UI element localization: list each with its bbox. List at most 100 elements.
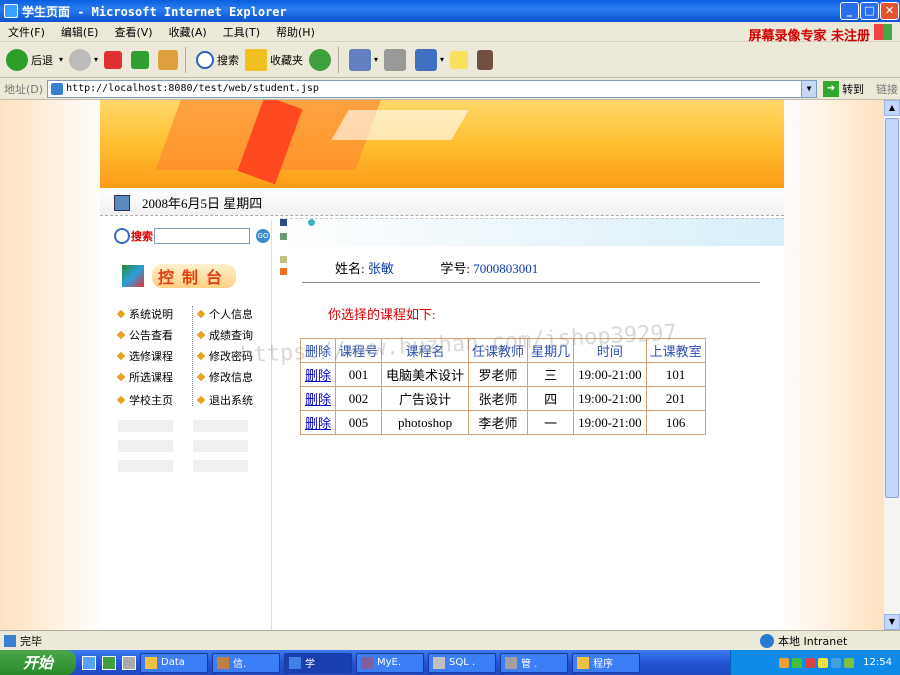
favorites-button[interactable]: 收藏夹 bbox=[245, 48, 303, 71]
links-label[interactable]: 链接 bbox=[876, 81, 898, 97]
start-button[interactable]: 开始 bbox=[0, 650, 76, 675]
nav-logout[interactable]: 退出系统 bbox=[196, 392, 273, 408]
search-button[interactable]: 搜索 bbox=[196, 50, 239, 69]
back-arrow-icon bbox=[6, 48, 28, 71]
table-row: 删除 005 photoshop 李老师 一 19:00-21:00 106 bbox=[299, 410, 706, 435]
calendar-icon bbox=[114, 194, 130, 211]
quicklaunch-desktop-icon[interactable] bbox=[102, 655, 116, 670]
back-dropdown-icon[interactable]: ▾ bbox=[59, 55, 63, 64]
edit-dropdown-icon[interactable]: ▾ bbox=[440, 55, 444, 64]
mail-dropdown-icon[interactable]: ▾ bbox=[374, 55, 378, 64]
start-label: 开始 bbox=[22, 654, 53, 672]
status-bar: 完毕 本地 Intranet bbox=[0, 630, 900, 650]
forward-button[interactable]: ▾ bbox=[69, 48, 98, 71]
menu-tools[interactable]: 工具(T) bbox=[215, 24, 268, 40]
messenger-button[interactable] bbox=[477, 49, 496, 70]
task-label: 学 bbox=[305, 659, 315, 670]
tray-icon[interactable] bbox=[831, 657, 842, 668]
vertical-scrollbar[interactable]: ▲ ▼ bbox=[884, 100, 900, 630]
tray-icon[interactable] bbox=[818, 657, 829, 668]
task-label: SQL . bbox=[449, 657, 476, 668]
task-program[interactable]: 程序 bbox=[572, 652, 640, 673]
minimize-button[interactable]: _ bbox=[840, 2, 859, 20]
cell-classroom: 101 bbox=[645, 362, 706, 387]
nav-elective-courses[interactable]: 选修课程 bbox=[116, 348, 193, 364]
decor-dot bbox=[308, 219, 315, 226]
edit-icon bbox=[415, 48, 438, 71]
address-dropdown-icon[interactable]: ▼ bbox=[801, 80, 817, 97]
task-sql[interactable]: SQL . bbox=[428, 652, 496, 673]
student-info: 姓名: 张敏 学号: 7000803001 bbox=[335, 258, 538, 277]
menu-favorites[interactable]: 收藏(A) bbox=[161, 24, 215, 40]
scroll-thumb[interactable] bbox=[885, 118, 899, 498]
id-label: 学号: bbox=[440, 261, 471, 276]
menu-help[interactable]: 帮助(H) bbox=[268, 24, 323, 40]
discuss-button[interactable] bbox=[450, 50, 471, 69]
maximize-button[interactable]: □ bbox=[860, 2, 879, 20]
menu-edit[interactable]: 编辑(E) bbox=[53, 24, 107, 40]
task-manager[interactable]: 管 . bbox=[500, 652, 568, 673]
zone-label: 本地 Intranet bbox=[778, 635, 848, 648]
nav-selected-courses[interactable]: 所选课程 bbox=[116, 369, 193, 385]
go-button[interactable]: ➜ 转到 bbox=[823, 80, 864, 97]
close-button[interactable]: ✕ bbox=[880, 2, 899, 20]
home-button[interactable] bbox=[158, 49, 181, 70]
tray-icon[interactable] bbox=[779, 657, 790, 668]
nav-personal-info[interactable]: 个人信息 bbox=[196, 306, 273, 322]
back-button[interactable]: 后退 ▾ bbox=[6, 48, 63, 71]
site-search-input[interactable] bbox=[154, 228, 250, 244]
task-myeclipse[interactable]: MyE. bbox=[356, 652, 424, 673]
tray-icon[interactable] bbox=[844, 657, 855, 668]
note-icon bbox=[450, 50, 469, 69]
decor-square bbox=[280, 233, 287, 240]
refresh-button[interactable] bbox=[131, 50, 152, 69]
current-date: 2008年6月5日 星期四 bbox=[142, 196, 263, 211]
delete-link[interactable]: 删除 bbox=[305, 392, 331, 407]
cell-delete: 删除 bbox=[299, 386, 337, 411]
nav-system-info[interactable]: 系统说明 bbox=[116, 306, 193, 322]
task-data[interactable]: Data bbox=[140, 652, 208, 673]
cell-time: 19:00-21:00 bbox=[573, 362, 647, 387]
security-zone: 本地 Intranet bbox=[760, 633, 847, 649]
history-icon bbox=[309, 48, 332, 71]
folder-icon bbox=[145, 656, 157, 669]
scroll-down-icon[interactable]: ▼ bbox=[884, 614, 900, 630]
messenger-icon bbox=[477, 49, 494, 70]
menu-view[interactable]: 查看(V) bbox=[106, 24, 160, 40]
toolbar-separator bbox=[185, 46, 187, 73]
name-label: 姓名: bbox=[335, 261, 365, 276]
nav-school-home[interactable]: 学校主页 bbox=[116, 392, 193, 408]
print-button[interactable] bbox=[384, 48, 409, 71]
tray-icon[interactable] bbox=[792, 657, 803, 668]
status-text: 完毕 bbox=[20, 634, 42, 648]
mail-button[interactable]: ▾ bbox=[349, 48, 378, 71]
history-button[interactable] bbox=[309, 48, 334, 71]
nav-announcements[interactable]: 公告查看 bbox=[116, 327, 193, 343]
nav-label: 公告查看 bbox=[129, 329, 173, 342]
edit-button[interactable]: ▾ bbox=[415, 48, 444, 71]
forward-dropdown-icon[interactable]: ▾ bbox=[94, 55, 98, 64]
tray-icon[interactable] bbox=[805, 657, 816, 668]
control-panel-title: 控制台 bbox=[152, 264, 237, 288]
quicklaunch-ie-icon[interactable] bbox=[82, 655, 96, 670]
manager-icon bbox=[505, 656, 517, 669]
address-label: 地址(D) bbox=[4, 82, 44, 96]
cell-weekday: 一 bbox=[527, 410, 575, 435]
address-input[interactable]: http://localhost:8080/test/web/student.j… bbox=[47, 79, 818, 98]
delete-link[interactable]: 删除 bbox=[305, 416, 331, 431]
star-icon bbox=[245, 48, 268, 71]
site-search-go-button[interactable]: GO bbox=[256, 229, 270, 243]
quicklaunch-app-icon[interactable] bbox=[122, 655, 136, 670]
cell-classroom: 201 bbox=[645, 386, 706, 411]
nav-grade-query[interactable]: 成绩查询 bbox=[196, 327, 273, 343]
faded-row bbox=[118, 460, 258, 472]
nav-edit-info[interactable]: 修改信息 bbox=[196, 369, 273, 385]
taskbar: 开始 Data 信. 学 MyE. SQL . 管 . 程序 12:54 bbox=[0, 650, 900, 675]
menu-file[interactable]: 文件(F) bbox=[0, 24, 53, 40]
search-label: 搜索 bbox=[131, 230, 153, 243]
scroll-up-icon[interactable]: ▲ bbox=[884, 100, 900, 116]
task-info[interactable]: 信. bbox=[212, 652, 280, 673]
delete-link[interactable]: 删除 bbox=[305, 368, 331, 383]
stop-button[interactable] bbox=[104, 50, 125, 69]
task-student[interactable]: 学 bbox=[284, 652, 352, 673]
